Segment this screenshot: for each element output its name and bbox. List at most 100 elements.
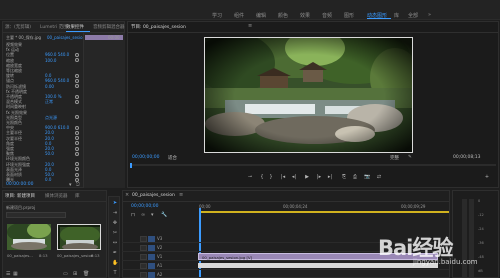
marker-icon[interactable]: ▾ [151,212,154,218]
razor-icon[interactable]: ✂ [112,230,118,236]
reset-icon[interactable] [75,167,79,172]
track-target-button[interactable] [148,254,155,260]
wrench-icon[interactable]: ✎ [408,155,412,160]
tab-sequence[interactable]: 00_paisajes_sesion [132,193,175,198]
track-lock-button[interactable] [140,272,147,278]
reset-icon[interactable] [75,94,79,99]
menu-icon[interactable]: ≡ [248,23,252,29]
audio-track-highlight[interactable] [198,263,438,268]
reset-icon[interactable] [75,146,79,151]
mark-out-bracket-icon[interactable]: } [268,174,274,180]
quality-dropdown[interactable]: 完整 [390,155,399,161]
reset-icon[interactable] [75,141,79,146]
tab-lumetri-scopes[interactable]: Lumetri 范围 [40,24,68,30]
list-icon[interactable]: ☰ [6,271,10,277]
track-target-button[interactable] [148,245,155,251]
go-to-out-icon[interactable]: ▸| [327,174,333,180]
camera-icon[interactable]: 📷 [364,174,370,180]
reset-icon[interactable] [75,136,79,141]
track-lock-button[interactable] [140,263,147,269]
reset-icon[interactable] [75,172,79,177]
project-item-thumbnail[interactable] [7,224,51,250]
tab-libraries[interactable]: 库 [75,193,80,199]
video-clip[interactable]: 00_paisajes_sesion.jpg [V] [198,253,438,260]
mark-in-bracket-icon[interactable]: { [259,174,265,180]
workspace-tab[interactable]: 效果 [300,12,310,19]
master-clip-label[interactable]: 主要 * 00_保存.jpg [6,35,41,41]
step-forward-icon[interactable]: |▸ [316,174,322,180]
link-icon[interactable]: ∞ [141,212,145,218]
fit-dropdown[interactable]: 适合 [168,155,177,161]
selection-tool-icon[interactable]: ➤ [112,200,118,206]
add-button-icon[interactable]: + [484,174,490,180]
reset-icon[interactable] [75,162,79,167]
workspace-tab[interactable]: 全部 [408,12,418,19]
track-select-icon[interactable]: ⇥ [112,210,118,216]
compare-icon[interactable]: ⇄ [376,174,382,180]
track-target-button[interactable] [148,272,155,278]
close-icon[interactable]: × [125,192,129,198]
tab-audio-mixer[interactable]: 音频剪辑混合器 [93,24,125,30]
reset-icon[interactable] [75,52,79,57]
snap-icon[interactable]: ⊓ [131,212,135,218]
mark-in-icon[interactable]: ⊸ [247,174,253,180]
reset-icon[interactable] [75,73,79,78]
type-icon[interactable]: T [112,270,118,276]
step-back-icon[interactable]: ◂| [291,174,297,180]
effect-property-value[interactable]: 0.0 [45,177,51,182]
track-target-button[interactable] [148,263,155,269]
new-item-icon[interactable]: ⊞ [73,271,77,277]
pen-icon[interactable]: ✒ [112,250,118,256]
track-lock-button[interactable] [140,245,147,251]
reset-icon[interactable] [75,84,79,89]
tab-effect-controls[interactable]: 效果控件 [66,24,84,30]
playhead[interactable] [130,163,132,168]
slip-icon[interactable]: ↔ [112,240,118,246]
play-icon[interactable]: ▶ [304,174,310,180]
hand-icon[interactable]: ✋ [112,260,118,266]
track-lock-button[interactable] [140,236,147,242]
playhead-timecode[interactable]: 00;00;00;00 [132,155,159,160]
tab-media-browser[interactable]: 媒体浏览器 [45,193,68,199]
filter-icon[interactable]: ▾ [69,182,72,188]
tab-project[interactable]: 项目: 新建项目 [5,193,35,199]
reset-icon[interactable] [75,99,79,104]
workspace-tab[interactable]: 颜色 [278,12,288,19]
ec-footer-timecode[interactable]: 00:00:00:00 [6,182,33,187]
reset-icon[interactable] [75,115,79,120]
reset-icon[interactable] [75,130,79,135]
workspace-tab[interactable]: 组件 [234,12,244,19]
tab-source[interactable]: 源：(无剪辑) [5,24,31,30]
lift-icon[interactable]: ⎘ [341,174,347,180]
go-to-in-icon[interactable]: |◂ [280,174,286,180]
workspace-tab[interactable]: 库 [394,12,399,19]
meter-scale-36: -36 [478,241,484,245]
extract-icon[interactable]: ⎙ [352,174,358,180]
trash-icon[interactable]: 🗑 [83,271,89,277]
export-icon[interactable]: ⎋ [76,182,80,188]
reset-icon[interactable] [75,58,79,63]
project-item-duration: 8:13 [91,253,100,258]
workspace-tab[interactable]: 编辑 [256,12,266,19]
project-search-input[interactable] [6,212,66,218]
timeline-timecode[interactable]: 00;00;00;00 [131,204,158,209]
reset-icon[interactable] [75,151,79,156]
monitor-time-ruler[interactable] [130,164,496,166]
grid-icon[interactable]: ▦ [13,271,18,277]
panel-tabs: 源：(无剪辑) Lumetri 范围 效果控件 音频剪辑混合器 [3,22,125,33]
ripple-edit-icon[interactable]: ✥ [112,220,118,226]
workspace-tab[interactable]: 学习 [212,12,222,19]
work-area-bar[interactable] [199,211,449,213]
workspace-more-button[interactable]: » [428,12,431,18]
tab-program-monitor[interactable]: 节目: 00_paisajes_sesion [131,24,186,30]
workspace-tab[interactable]: 图形 [344,12,354,19]
new-bin-icon[interactable]: ▭ [63,271,68,277]
reset-icon[interactable] [75,125,79,130]
project-item-thumbnail-selected[interactable] [57,224,101,250]
settings-icon[interactable]: 🔧 [161,212,167,218]
track-target-button[interactable] [148,236,155,242]
track-lock-button[interactable] [140,254,147,260]
menu-icon[interactable]: ≡ [179,192,183,198]
workspace-tab[interactable]: 音频 [322,12,332,19]
reset-icon[interactable] [75,78,79,83]
